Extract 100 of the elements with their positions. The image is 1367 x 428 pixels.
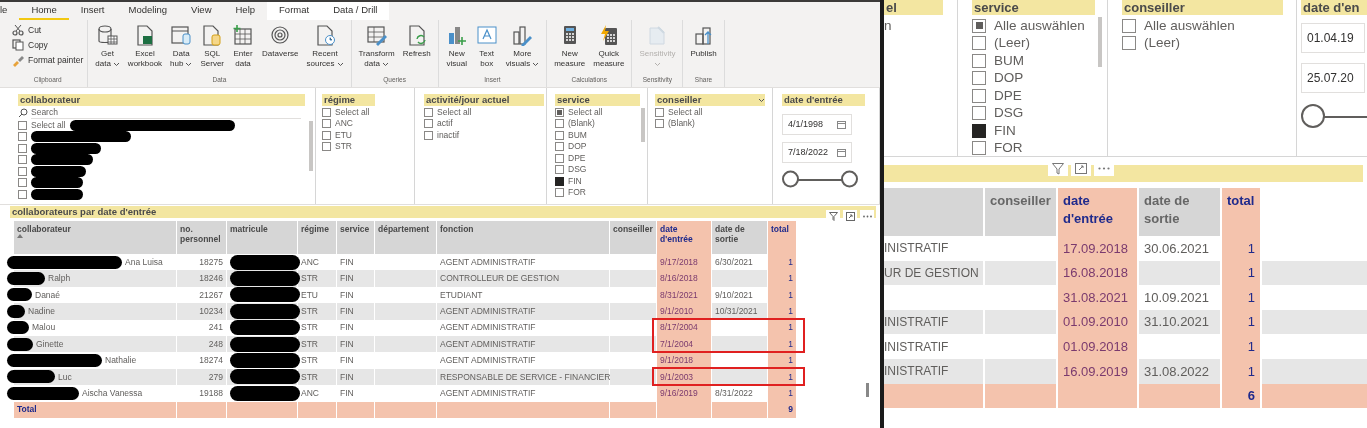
ribbon-button[interactable]: Copy [12, 39, 48, 52]
slicer-item[interactable]: (Blank) [668, 117, 695, 131]
checkbox[interactable] [972, 18, 986, 33]
filter-button[interactable] [826, 209, 840, 223]
column-header[interactable]: date d'entrée [1058, 188, 1139, 236]
checkbox[interactable] [555, 107, 564, 117]
ribbon-button[interactable]: Format painter [12, 54, 84, 67]
slicer-item[interactable]: STR [335, 140, 352, 154]
column-header[interactable]: fonction [437, 221, 610, 254]
ribbon-tab[interactable]: Help [223, 2, 268, 20]
focus-mode-button[interactable] [843, 209, 857, 223]
checkbox[interactable] [424, 130, 433, 140]
slicer-item[interactable]: DOP [568, 140, 587, 154]
slicer-item[interactable]: n [884, 15, 892, 36]
checkbox[interactable] [972, 123, 986, 138]
slider-handle[interactable] [841, 170, 858, 188]
ribbon-button[interactable]: Data hub [167, 24, 196, 69]
slicer-item[interactable]: DSG [568, 163, 587, 177]
checkbox[interactable] [972, 71, 986, 86]
slicer-item[interactable]: FIN [568, 174, 582, 188]
date-field[interactable]: 25.07.20 [1301, 63, 1365, 93]
ribbon-button[interactable]: Refresh [399, 24, 434, 59]
ribbon-button[interactable]: Excel workbook [124, 24, 166, 69]
slicer-item[interactable]: inactif [437, 128, 460, 142]
date-field[interactable]: 7/18/2022 [782, 142, 852, 163]
slider-handle[interactable] [782, 170, 799, 188]
column-header[interactable]: date de sortie [712, 221, 768, 254]
checkbox[interactable] [972, 53, 986, 68]
checkbox[interactable] [18, 143, 27, 153]
ribbon-button[interactable]: More visuals [502, 24, 543, 69]
slicer-item[interactable]: Alle auswählen [994, 15, 1085, 36]
ribbon-tab[interactable]: Format [267, 2, 322, 20]
ribbon-button[interactable]: Dataverse [259, 24, 302, 59]
column-header[interactable]: département [375, 221, 437, 254]
range-slider[interactable] [1301, 103, 1367, 129]
column-header[interactable]: total [1222, 188, 1262, 236]
slicer-item[interactable]: FOR [568, 186, 586, 200]
checkbox[interactable] [322, 119, 331, 129]
ribbon-button[interactable]: New visual [442, 24, 471, 69]
ribbon-tab[interactable]: Modeling [116, 2, 180, 20]
checkbox[interactable] [322, 107, 331, 117]
slicer-item[interactable]: DPE [568, 151, 586, 165]
ribbon-tab[interactable]: View [179, 2, 224, 20]
checkbox[interactable] [18, 155, 27, 165]
checkbox[interactable] [322, 142, 331, 152]
scrollbar[interactable] [1098, 17, 1102, 67]
scrollbar[interactable] [641, 108, 645, 142]
slicer-item[interactable]: ETU [335, 128, 352, 142]
checkbox[interactable] [972, 106, 986, 121]
ribbon-button[interactable]: Enter data [229, 24, 258, 69]
slicer-item[interactable]: Select all [568, 105, 603, 119]
checkbox[interactable] [18, 120, 27, 130]
date-field[interactable]: 4/1/1998 [782, 114, 852, 135]
ribbon-button[interactable]: SQL Server [197, 24, 228, 69]
range-slider[interactable] [782, 170, 858, 188]
checkbox[interactable] [424, 107, 433, 117]
filter-button[interactable] [1048, 161, 1068, 176]
slicer-item[interactable]: (Leer) [1144, 33, 1180, 54]
checkbox[interactable] [972, 88, 986, 103]
checkbox[interactable] [18, 166, 27, 176]
ribbon-button[interactable]: New measure [551, 24, 589, 69]
checkbox[interactable] [555, 130, 564, 140]
checkbox[interactable] [1122, 36, 1136, 51]
slicer-item[interactable]: Select all [335, 105, 370, 119]
checkbox[interactable] [322, 130, 331, 140]
slicer-item[interactable]: (Blank) [568, 117, 595, 131]
checkbox[interactable] [18, 178, 27, 188]
ribbon-tab[interactable]: le [0, 2, 20, 20]
column-header[interactable]: date d'entrée [657, 221, 712, 254]
slicer-item[interactable]: Alle auswählen [1144, 15, 1235, 36]
column-header[interactable]: date de sortie [1139, 188, 1222, 236]
column-header[interactable]: no. personnel [177, 221, 227, 254]
column-header[interactable]: total [768, 221, 797, 254]
ribbon-button[interactable]: Get data [92, 24, 123, 69]
checkbox[interactable] [555, 188, 564, 198]
checkbox[interactable] [18, 189, 27, 199]
ribbon-button[interactable]: Publish [687, 24, 720, 59]
ribbon-button[interactable]: Cut [12, 24, 42, 37]
scrollbar[interactable] [866, 383, 869, 397]
date-field[interactable]: 01.04.19 [1301, 23, 1365, 53]
checkbox[interactable] [972, 36, 986, 51]
ribbon-tab[interactable]: Data / Drill [321, 2, 390, 20]
column-header[interactable]: matricule [227, 221, 298, 254]
slicer-item[interactable]: Select all [668, 105, 703, 119]
checkbox[interactable] [972, 141, 986, 156]
checkbox[interactable] [655, 107, 664, 117]
slicer-item[interactable]: Select all [31, 118, 66, 132]
slicer-item[interactable]: actif [437, 117, 453, 131]
slicer-item[interactable]: FOR [994, 138, 1023, 156]
checkbox[interactable] [555, 153, 564, 163]
checkbox[interactable] [555, 165, 564, 175]
ribbon-button[interactable]: Recent sources [303, 24, 347, 69]
checkbox[interactable] [555, 176, 564, 186]
scrollbar[interactable] [309, 121, 313, 171]
ribbon-button[interactable]: Text box [472, 24, 501, 69]
checkbox[interactable] [655, 119, 664, 129]
column-header[interactable]: régime [298, 221, 337, 254]
ribbon-button[interactable]: Quick measure [590, 24, 628, 69]
column-header[interactable]: conseiller [610, 221, 657, 254]
column-header[interactable]: service [337, 221, 375, 254]
